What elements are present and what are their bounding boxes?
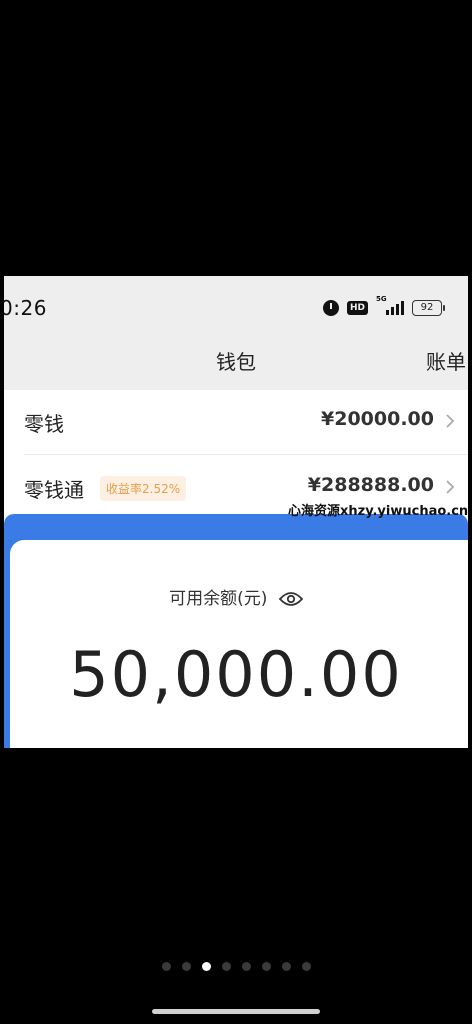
page-dot[interactable]: [241, 962, 251, 971]
page-indicator: [0, 962, 472, 971]
page-dot[interactable]: [221, 962, 231, 971]
page-dot[interactable]: [181, 962, 191, 971]
alarm-icon: [322, 300, 339, 316]
hd-icon: HD: [346, 301, 368, 315]
chevron-right-icon: [446, 480, 455, 494]
page-dot[interactable]: [301, 962, 311, 971]
screen: 0:26 HD 5G 92 钱包 账单 零钱 ¥20000.00 零钱通 收益率…: [0, 0, 472, 1024]
eye-icon[interactable]: [278, 591, 303, 607]
watermark: 心海资源xhzy.yiwuchao.cn: [288, 504, 468, 519]
balance-label: 可用余额(元): [169, 589, 268, 609]
balance-value: 50,000.00: [69, 638, 403, 711]
battery-icon: 92: [412, 300, 445, 316]
balance-label-row: 可用余额(元): [4, 584, 468, 609]
page-dot[interactable]: [161, 962, 171, 971]
divider: [24, 454, 468, 455]
home-indicator[interactable]: [152, 1009, 320, 1014]
list-item-change[interactable]: 零钱 ¥20000.00: [4, 390, 468, 454]
page-dot[interactable]: [281, 962, 291, 971]
yield-badge: 收益率2.52%: [100, 476, 187, 501]
chevron-right-icon: [446, 414, 455, 428]
page-dot[interactable]: [201, 962, 211, 971]
row-amount: ¥20000.00: [321, 408, 434, 430]
network-type: 5G: [376, 295, 387, 303]
row-label: 零钱: [24, 412, 64, 436]
screenshot-card: 0:26 HD 5G 92 钱包 账单 零钱 ¥20000.00 零钱通 收益率…: [4, 276, 468, 748]
bill-link[interactable]: 账单: [426, 346, 466, 375]
row-label: 零钱通: [24, 478, 84, 502]
status-icons: HD 5G 92: [322, 295, 445, 316]
row-amount: ¥288888.00: [307, 474, 434, 496]
status-bar: 0:26 HD 5G 92: [4, 276, 468, 332]
page-title: 钱包: [216, 350, 256, 374]
signal-icon: 5G: [376, 295, 404, 315]
status-time: 0:26: [4, 296, 47, 320]
page-dot[interactable]: [261, 962, 271, 971]
nav-bar: 钱包 账单: [4, 332, 468, 390]
